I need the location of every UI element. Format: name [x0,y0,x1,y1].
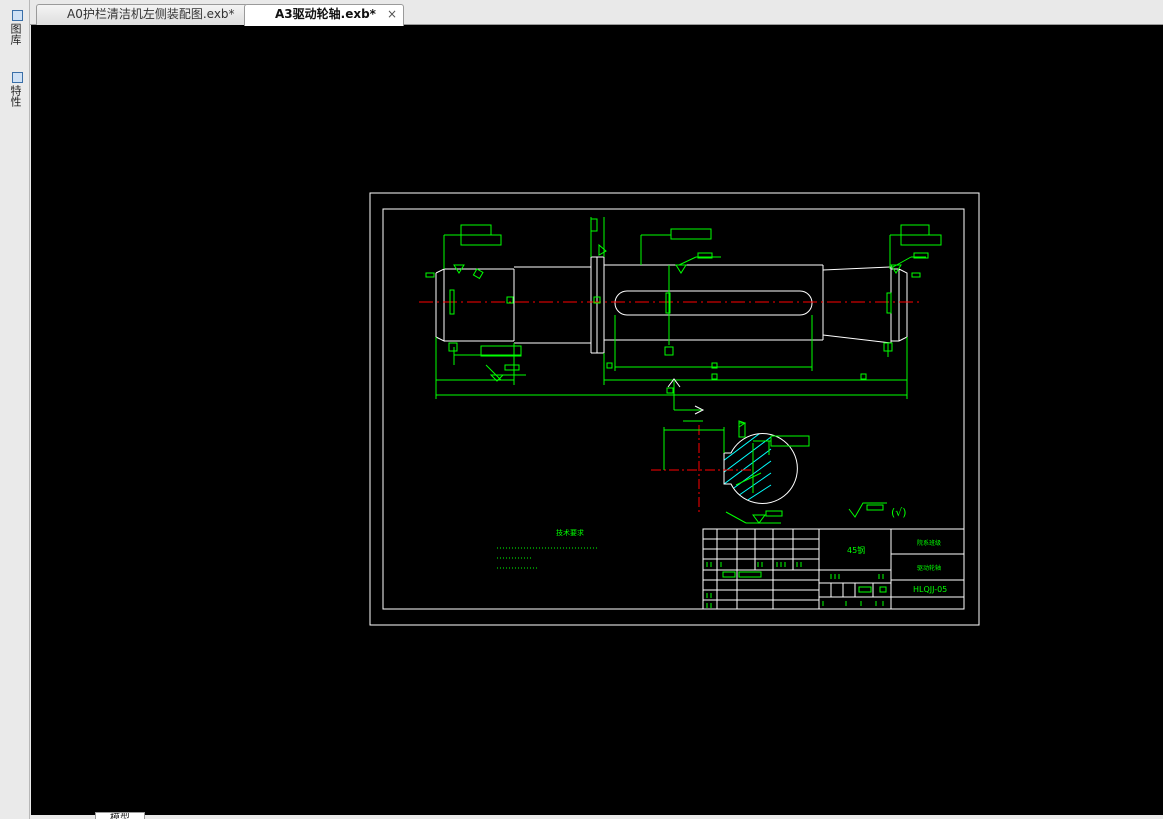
roughness-symbol: (√) [891,506,907,519]
section-marker [667,378,705,415]
tech-requirements-lines [497,547,599,569]
title-block-marks [706,562,887,608]
section-view [651,420,810,524]
bottom-tab-bar [31,815,1163,819]
app-window: (√) 技术要求 45钢 院系班级 驱动轮轴 HLQJJ-05 A0护栏清洁机左… [0,0,1163,819]
tab-label: A3驱动轮轴.exb* [275,7,376,21]
side-item-label: 图库 [9,23,22,45]
shaft-view [435,256,908,354]
properties-icon [11,72,23,83]
part-name-label: 驱动轮轴 [917,564,941,572]
side-item-library[interactable]: 图库 [9,10,25,45]
document-tab-bar: A0护栏清洁机左侧装配图.exb* A3驱动轮轴.exb* × [0,0,1163,26]
tab-label: A0护栏清洁机左侧装配图.exb* [67,7,235,21]
tab-left-assembly[interactable]: A0护栏清洁机左侧装配图.exb* [36,4,248,25]
library-icon [11,10,23,21]
side-item-properties[interactable]: 特性 [9,72,25,107]
drawing-canvas[interactable]: (√) 技术要求 45钢 院系班级 驱动轮轴 HLQJJ-05 [31,25,1163,815]
tab-model[interactable]: 模型 [95,812,145,819]
side-item-label: 特性 [9,85,22,107]
material-label: 45钢 [847,545,865,555]
tech-requirements-title: 技术要求 [556,528,584,537]
close-icon[interactable]: × [387,5,397,24]
shaft-dimensions [425,217,942,411]
company-label: 院系班级 [917,539,941,547]
drawing-number-label: HLQJJ-05 [913,585,947,594]
roughness-note [848,502,887,518]
tab-drive-shaft[interactable]: A3驱动轮轴.exb* × [244,4,404,26]
cad-drawing: (√) 技术要求 45钢 院系班级 驱动轮轴 HLQJJ-05 [369,192,980,626]
side-panel: 图库 特性 [0,0,30,819]
